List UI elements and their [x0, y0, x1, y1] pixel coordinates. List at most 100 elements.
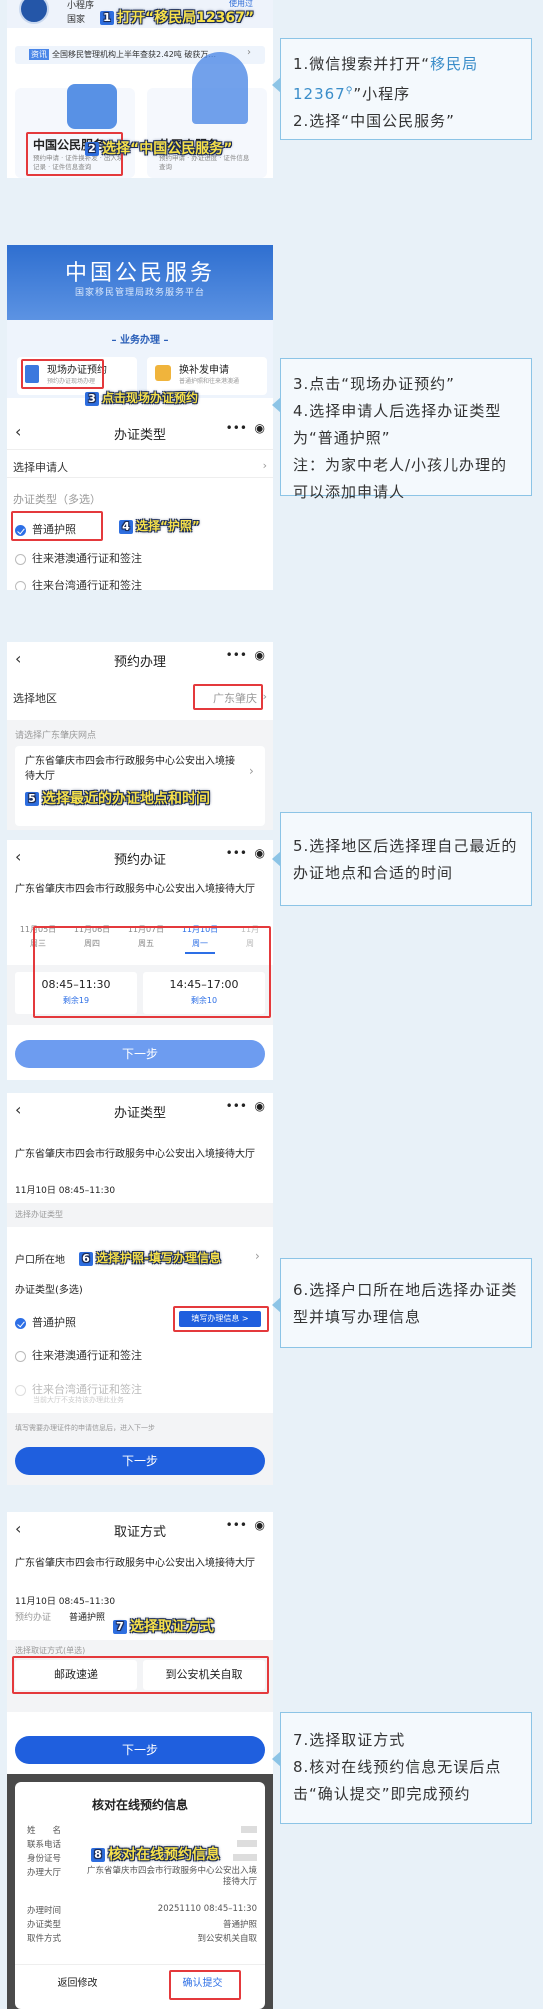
site-name: 广东省肇庆市四会市行政服务中心公安出入境接待大厅 — [15, 884, 255, 895]
callout-step-6: 6.选择户口所在地后选择办证类型并填写办理信息 — [272, 1258, 532, 1348]
hukou-label[interactable]: 户口所在地 — [15, 1251, 65, 1266]
nav-bar-pickup: ‹ 取证方式 ••• ◉ — [7, 1512, 273, 1546]
divider — [7, 449, 273, 450]
next-button[interactable]: 下一步 — [15, 1447, 265, 1475]
callout-step-5: 5.选择地区后选择理自己最近的办证地点和合适的时间 — [272, 812, 532, 906]
highlight-passport-option — [11, 511, 103, 541]
news-text: 全国移民管理机构上半年查获2.42吨 破获万... — [52, 50, 216, 59]
dialog-title: 核对在线预约信息 — [91, 1798, 188, 1812]
capsule-menu-icon[interactable]: ••• ◉ — [205, 648, 265, 668]
highlight-confirm — [169, 1970, 241, 2000]
callout-line: 5.选择地区后选择理自己最近的办证地点和合适的时间 — [293, 837, 518, 882]
highlight-fill-info — [173, 1306, 269, 1332]
annotation-step-7: 7 选择取证方式 — [113, 1616, 214, 1636]
callout-line: 注：为家中老人/小孩儿办理的可以添加申请人 — [293, 456, 508, 501]
chevron-right-icon: › — [255, 1249, 260, 1263]
masked-value — [241, 1826, 257, 1833]
chevron-right-icon: › — [262, 690, 267, 703]
nav-bar-booking: ‹ 预约办理 ••• ◉ — [7, 642, 273, 676]
annotation-step-6: 6 选择护照-填写办理信息 — [79, 1249, 221, 1266]
banner-title: 中国公民服务 — [64, 261, 215, 286]
option-hk-macau[interactable]: 往来港澳通行证和签注 — [15, 550, 273, 566]
callout-line: 1.微信搜索并打开“移民局12367⚲”小程序 — [293, 55, 479, 103]
bottom-hint: 填写需要办理证件的申请信息后，进入下一步 — [15, 1424, 155, 1432]
method-header: 选择取证方式(单选) — [15, 1646, 86, 1655]
checkbox-icon — [15, 553, 26, 565]
chevron-right-icon: › — [247, 47, 251, 58]
select-applicant-row[interactable]: 选择申请人 › — [13, 459, 267, 475]
callout-line: 2.选择“中国公民服务” — [293, 112, 455, 130]
capsule-menu-icon[interactable]: ••• ◉ — [205, 846, 265, 866]
callout-line: 7.选择取证方式 — [293, 1731, 406, 1749]
option-taiwan-note: 当前大厅不支持该办理此业务 — [33, 1396, 124, 1404]
type-header: 选择办证类型 — [15, 1210, 63, 1219]
annotation-step-3: 3 点击现场办证预约 — [85, 389, 198, 406]
callout-steps-7-8: 7.选择取证方式 8.核对在线预约信息无误后点击“确认提交”即完成预约 — [272, 1712, 532, 1824]
callout-line: 3.点击“现场办证预约” — [293, 375, 455, 393]
row-type: 办证类型 普通护照 — [27, 1920, 257, 1930]
booking-type-value: 普通护照 — [69, 1613, 106, 1623]
dialog-rows: 姓 名 联系电话 身份证号 办理大厅 广东省肇庆市四会市行政服务中心公安出入境接待… — [27, 1824, 257, 1946]
callout-steps-1-2: 1.微信搜索并打开“移民局12367⚲”小程序 2.选择“中国公民服务” — [272, 38, 532, 140]
capsule-menu-icon[interactable]: ••• ◉ — [205, 1099, 265, 1119]
chevron-right-icon: › — [262, 459, 267, 472]
annotation-step-1: 1 打开“移民局12367” — [100, 7, 254, 27]
dialog-divider — [15, 1964, 265, 1965]
booking-time: 11月10日 08:45–11:30 — [15, 1186, 116, 1196]
news-tag: 资讯 — [29, 49, 49, 60]
site-name: 广东省肇庆市四会市行政服务中心公安出入境接待大厅 — [15, 1558, 255, 1569]
masked-value — [233, 1854, 257, 1861]
capsule-menu-icon[interactable]: ••• ◉ — [205, 421, 265, 441]
booking-type-key: 预约办证 — [15, 1613, 52, 1623]
next-button[interactable]: 下一步 — [15, 1040, 265, 1068]
booking-time: 11月10日 08:45–11:30 — [15, 1597, 116, 1607]
screen-booking-region: ‹ 预约办理 ••• ◉ 选择地区 广东肇庆 › 请选择广东肇庆网点 广东省肇庆… — [7, 642, 273, 830]
type-label: 办证类型（多选） — [13, 493, 101, 506]
annotation-step-5: 5 选择最近的办证地点和时间 — [25, 788, 210, 808]
chevron-right-icon: › — [249, 764, 254, 778]
nav-bar-type: ‹ 办证类型 ••• ◉ — [7, 1093, 273, 1127]
checkbox-icon — [15, 1350, 26, 1362]
banner-subtitle: 国家移民管理局政务服务平台 — [74, 288, 205, 298]
nav-bar-type: ‹ 办证类型 ••• ◉ — [7, 415, 273, 449]
reissue-icon — [155, 365, 171, 381]
section-title: – 业务办理 – — [111, 335, 169, 346]
site-hint: 请选择广东肇庆网点 — [15, 731, 97, 741]
site-name: 广东省肇庆市四会市行政服务中心公安出入境接待大厅 — [15, 1149, 255, 1160]
callout-steps-3-4: 3.点击“现场办证预约” 4.选择申请人后选择办证类型为“普通护照” 注：为家中… — [272, 358, 532, 501]
site-name: 广东省肇庆市四会市行政服务中心公安出入境接待大厅 — [25, 756, 235, 782]
region-label: 选择地区 — [13, 692, 57, 705]
divider — [7, 477, 273, 478]
capsule-menu-icon[interactable]: ••• ◉ — [205, 1518, 265, 1538]
screen-booking-time: ‹ 预约办证 ••• ◉ 广东省肇庆市四会市行政服务中心公安出入境接待大厅 11… — [7, 840, 273, 1080]
highlight-date-slot — [33, 926, 271, 1018]
next-button[interactable]: 下一步 — [15, 1736, 265, 1764]
option-hk-macau[interactable]: 往来港澳通行证和签注 — [15, 1347, 273, 1363]
highlight-region — [193, 684, 263, 710]
screen-pickup-method: ‹ 取证方式 ••• ◉ 广东省肇庆市四会市行政服务中心公安出入境接待大厅 11… — [7, 1512, 273, 1774]
annotation-step-2: 2 选择“中国公民服务” — [85, 138, 232, 158]
callout-line: 4.选择申请人后选择办证类型为“普通护照” — [293, 402, 502, 447]
country-label: 国家 — [67, 15, 86, 25]
annotation-step-8: 8 核对在线预约信息 — [91, 1844, 220, 1864]
reissue-title: 换补发申请 — [179, 365, 229, 376]
callout-line: 6.选择户口所在地后选择办证类型并填写办理信息 — [293, 1281, 518, 1326]
select-applicant-label: 选择申请人 — [13, 461, 68, 474]
callout-line: 8.核对在线预约信息无误后点击“确认提交”即完成预约 — [293, 1758, 502, 1803]
checkbox-icon — [15, 1384, 26, 1396]
type-label: 办证类型(多选) — [15, 1285, 83, 1296]
reissue-sub: 普通护照和往来港澳通 — [179, 378, 240, 385]
building-illustration-icon — [192, 52, 248, 124]
checkbox-checked-icon — [15, 1317, 26, 1329]
screen-confirm-dialog: 核对在线预约信息 姓 名 联系电话 身份证号 办理大厅 广东省肇庆市四会市行政服务… — [7, 1774, 273, 2009]
annotation-step-4: 4 选择“护照” — [119, 517, 200, 534]
row-hall: 办理大厅 广东省肇庆市四会市行政服务中心公安出入境接待大厅 — [27, 1866, 257, 1887]
screen-type-fill: ‹ 办证类型 ••• ◉ 广东省肇庆市四会市行政服务中心公安出入境接待大厅 11… — [7, 1093, 273, 1485]
mini-program-label: 小程序 — [67, 1, 95, 11]
screen-mini-program-home: 小程序 国家 使用过 资讯 全国移民管理机构上半年查获2.42吨 破获万... … — [7, 0, 273, 178]
row-time: 办理时间 20251110 08:45–11:30 — [27, 1904, 257, 1916]
masked-value — [237, 1840, 257, 1847]
back-edit-button[interactable]: 返回修改 — [15, 1970, 140, 1998]
option-taiwan[interactable]: 往来台湾通行证和签注 — [15, 577, 273, 590]
row-pickup: 取件方式 到公安机关自取 — [27, 1934, 257, 1944]
